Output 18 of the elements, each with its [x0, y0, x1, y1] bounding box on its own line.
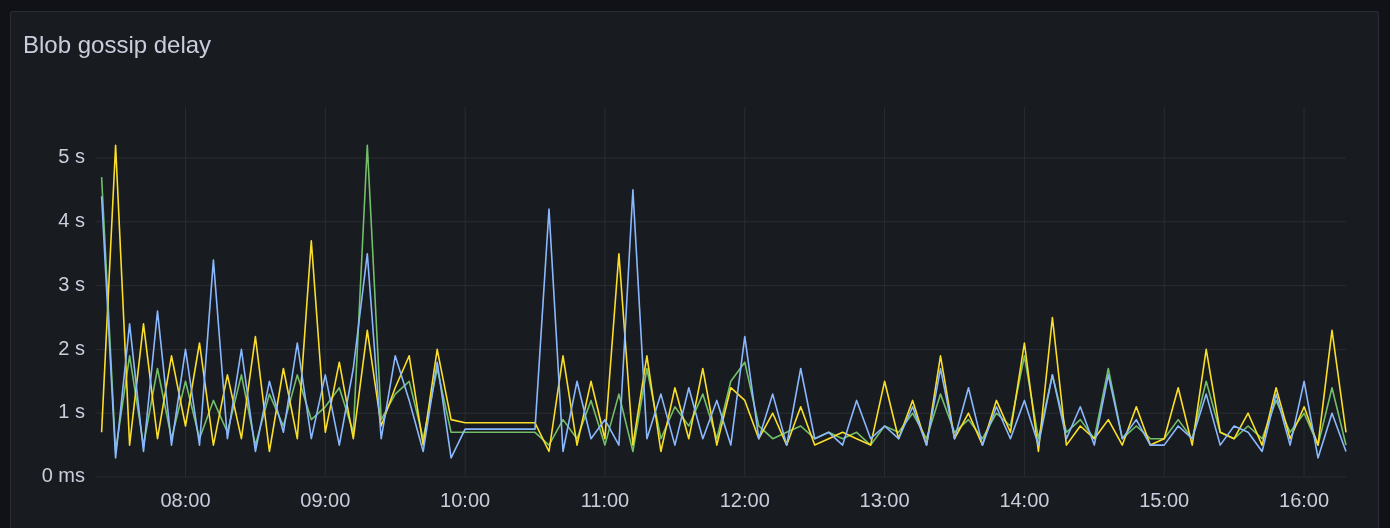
axis-tick-label: 12:00 — [719, 489, 770, 512]
axis-tick-label: 16:00 — [1279, 489, 1330, 512]
panel-title: Blob gossip delay — [23, 30, 212, 59]
line-series — [100, 189, 1347, 459]
axis-tick-label: 1 s — [58, 400, 85, 423]
axis-tick-label: 15:00 — [1139, 489, 1190, 512]
axis-tick-label: 5 s — [58, 145, 85, 168]
axis-tick-label: 14:00 — [999, 489, 1050, 512]
axis-tick-label: 08:00 — [160, 489, 211, 512]
axis-tick-label: 4 s — [58, 209, 85, 232]
axis-tick-label: 2 s — [58, 336, 85, 359]
axis-tick-label: 0 ms — [41, 464, 85, 487]
line-series — [100, 144, 1347, 453]
axis-tick-label: 09:00 — [300, 489, 351, 512]
axis-tick-label: 13:00 — [859, 489, 910, 512]
axis-tick-label: 11:00 — [580, 489, 630, 512]
axis-tick-label: 10:00 — [440, 489, 491, 512]
axis-tick-label: 3 s — [58, 272, 85, 295]
